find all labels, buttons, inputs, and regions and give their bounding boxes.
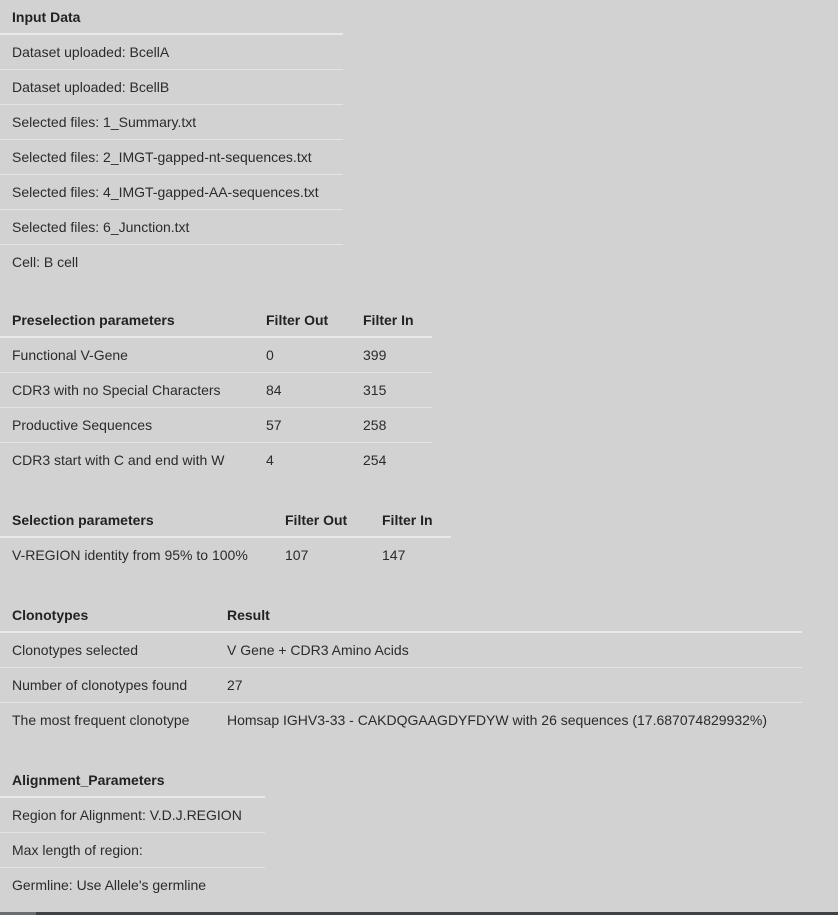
preselection-filter-in: 254 <box>363 452 387 468</box>
clonotypes-section: Clonotypes Result Clonotypes selected V … <box>0 598 802 737</box>
input-data-table: Input Data Dataset uploaded: BcellA Data… <box>0 0 343 279</box>
selection-header-in: Filter In <box>370 503 451 538</box>
clonotype-label: The most frequent clonotype <box>12 712 190 728</box>
selection-header-out: Filter Out <box>273 503 370 538</box>
clonotype-value: V Gene + CDR3 Amino Acids <box>215 632 802 668</box>
input-data-row: Selected files: 4_IMGT-gapped-AA-sequenc… <box>0 174 343 210</box>
selection-filter-in: 147 <box>382 547 406 563</box>
alignment-row: Region for Alignment: V.D.J.REGION <box>0 797 265 833</box>
preselection-filter-in: 315 <box>351 372 432 408</box>
alignment-header: Alignment_Parameters <box>0 763 265 798</box>
input-data-row: Dataset uploaded: BcellA <box>0 34 343 70</box>
input-data-row: Cell: B cell <box>12 254 79 270</box>
selection-filter-out: 107 <box>285 547 309 563</box>
preselection-filter-out: 57 <box>254 407 351 443</box>
alignment-table: Alignment_Parameters Region for Alignmen… <box>0 763 265 902</box>
preselection-filter-out: 84 <box>254 372 351 408</box>
input-data-row: Selected files: 1_Summary.txt <box>0 104 343 140</box>
preselection-param: Functional V-Gene <box>0 337 254 373</box>
selection-param: V-REGION identity from 95% to 100% <box>12 547 248 563</box>
preselection-section: Preselection parameters Filter Out Filte… <box>0 303 432 477</box>
preselection-filter-in: 258 <box>351 407 432 443</box>
selection-section: Selection parameters Filter Out Filter I… <box>0 503 451 572</box>
clonotypes-result-header: Result <box>215 598 802 633</box>
preselection-param: CDR3 start with C and end with W <box>12 452 225 468</box>
preselection-header-param: Preselection parameters <box>0 303 254 338</box>
preselection-filter-out: 4 <box>266 452 274 468</box>
preselection-header-in: Filter In <box>351 303 432 338</box>
clonotypes-header: Clonotypes <box>0 598 215 633</box>
alignment-row: Germline: Use Allele's germline <box>12 877 207 893</box>
clonotype-label: Clonotypes selected <box>0 632 215 668</box>
input-data-row: Selected files: 2_IMGT-gapped-nt-sequenc… <box>0 139 343 175</box>
input-data-row: Selected files: 6_Junction.txt <box>0 209 343 245</box>
preselection-header-out: Filter Out <box>254 303 351 338</box>
clonotype-value: Homsap IGHV3-33 - CAKDQGAAGDYFDYW with 2… <box>227 712 768 728</box>
preselection-param: Productive Sequences <box>0 407 254 443</box>
input-data-header: Input Data <box>0 0 343 35</box>
input-data-row: Dataset uploaded: BcellB <box>0 69 343 105</box>
alignment-row: Max length of region: <box>0 832 265 868</box>
clonotype-value: 27 <box>215 667 802 703</box>
clonotype-label: Number of clonotypes found <box>0 667 215 703</box>
preselection-param: CDR3 with no Special Characters <box>0 372 254 408</box>
preselection-table: Preselection parameters Filter Out Filte… <box>0 303 432 477</box>
selection-table: Selection parameters Filter Out Filter I… <box>0 503 451 572</box>
alignment-section: Alignment_Parameters Region for Alignmen… <box>0 763 265 902</box>
input-data-section: Input Data Dataset uploaded: BcellA Data… <box>0 0 343 279</box>
preselection-filter-out: 0 <box>254 337 351 373</box>
clonotypes-table: Clonotypes Result Clonotypes selected V … <box>0 598 802 737</box>
preselection-filter-in: 399 <box>351 337 432 373</box>
selection-header-param: Selection parameters <box>0 503 273 538</box>
